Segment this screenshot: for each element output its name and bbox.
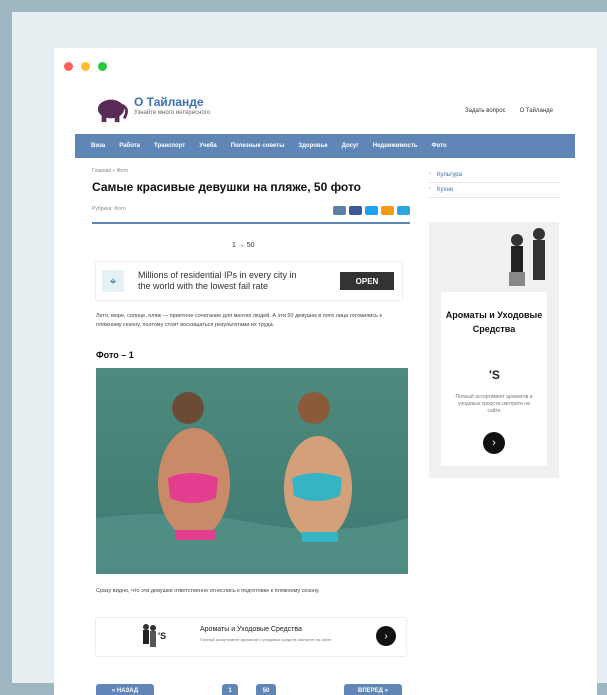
page-frame: О Тайланде Узнайте много интересного Зад… xyxy=(12,12,607,695)
site-tagline: Узнайте много интересного xyxy=(134,110,211,116)
proxy-ad-icon: ⌖ xyxy=(102,270,124,292)
nav-item-realty[interactable]: Недвижимость xyxy=(373,143,418,149)
share-buttons xyxy=(333,206,410,215)
breadcrumb[interactable]: Главная » Фото xyxy=(92,168,412,174)
window-controls xyxy=(64,62,107,71)
nav-item-photo[interactable]: Фото xyxy=(431,143,446,149)
ad-open-button[interactable]: OPEN xyxy=(340,272,394,290)
sidebar-ad-card: Ароматы и Уходовые Средства 'S Полный ас… xyxy=(441,292,547,466)
photo-caption: Сразу видно, что эти девушки ответственн… xyxy=(96,588,320,594)
site-title[interactable]: О Тайланде xyxy=(134,95,204,109)
nav-item-health[interactable]: Здоровье xyxy=(298,143,327,149)
sidebar: Культура Кухня Ароматы и Уходовые Средст… xyxy=(429,168,561,478)
nav-item-work[interactable]: Работа xyxy=(119,143,140,149)
ad-people-image xyxy=(509,228,545,286)
ad-banner-proxy[interactable]: ⌖ Millions of residential IPs in every c… xyxy=(96,262,402,300)
ad-description: Полный ассортимент ароматов и уходовых с… xyxy=(200,637,332,642)
ask-question-link[interactable]: Задать вопрос xyxy=(465,108,506,114)
next-button[interactable]: ВПЕРЕД » xyxy=(344,684,402,695)
nav-item-leisure[interactable]: Досуг xyxy=(342,143,359,149)
about-link[interactable]: О Тайланде xyxy=(520,108,553,114)
ad-text: Millions of residential IPs in every cit… xyxy=(138,270,297,291)
close-dot[interactable] xyxy=(64,62,73,71)
browser-window: О Тайланде Узнайте много интересного Зад… xyxy=(54,48,597,695)
page-title: Самые красивые девушки на пляже, 50 фото xyxy=(92,180,361,194)
ad-brand-logo: 'S xyxy=(158,631,167,641)
ok-share-icon[interactable] xyxy=(381,206,394,215)
twitter-share-icon[interactable] xyxy=(365,206,378,215)
title-divider xyxy=(92,222,410,224)
chevron-right-icon[interactable]: › xyxy=(483,432,505,454)
photo-title: Фото – 1 xyxy=(96,350,134,360)
article: Главная » Фото Самые красивые девушки на… xyxy=(92,168,412,695)
ad-banner-cosmetics[interactable]: 'S Ароматы и Уходовые Средства Полный ас… xyxy=(96,618,406,656)
intro-text: Лето, море, солнце, пляж — приятное соче… xyxy=(96,313,382,328)
nav-item-visa[interactable]: Виза xyxy=(91,143,105,149)
nav-item-study[interactable]: Учеба xyxy=(199,143,217,149)
telegram-share-icon[interactable] xyxy=(397,206,410,215)
sidebar-ad-brand: 'S xyxy=(489,368,500,382)
nav-item-tips[interactable]: Полезные советы xyxy=(231,143,285,149)
vk-share-icon[interactable] xyxy=(333,206,346,215)
facebook-share-icon[interactable] xyxy=(349,206,362,215)
page-50-button[interactable]: 50 xyxy=(256,684,276,695)
main-nav: Виза Работа Транспорт Учеба Полезные сов… xyxy=(75,134,575,158)
page-1-button[interactable]: 1 xyxy=(222,684,238,695)
pager-top[interactable]: 1 → 50 xyxy=(232,242,255,249)
sidebar-ad-description: Полный ассортимент ароматов и уходовых с… xyxy=(455,394,533,414)
minimize-dot[interactable] xyxy=(81,62,90,71)
sidebar-ad[interactable]: Ароматы и Уходовые Средства 'S Полный ас… xyxy=(429,222,559,478)
prev-button[interactable]: « НАЗАД xyxy=(96,684,154,695)
sidebar-ad-title: Ароматы и Уходовые Средства xyxy=(445,310,543,334)
ad-people-image xyxy=(143,624,156,647)
beach-photo[interactable] xyxy=(96,368,408,574)
sidebar-item-cuisine[interactable]: Кухня xyxy=(429,183,561,198)
top-links: Задать вопрос О Тайланде xyxy=(465,108,553,114)
chevron-right-icon[interactable]: › xyxy=(376,626,396,646)
pager-bottom: « НАЗАД 1 50 ВПЕРЕД » xyxy=(96,684,406,695)
maximize-dot[interactable] xyxy=(98,62,107,71)
elephant-logo-icon[interactable] xyxy=(92,94,130,124)
ad-title: Ароматы и Уходовые Средства xyxy=(200,626,302,633)
sidebar-item-culture[interactable]: Культура xyxy=(429,168,561,183)
nav-item-transport[interactable]: Транспорт xyxy=(154,143,185,149)
